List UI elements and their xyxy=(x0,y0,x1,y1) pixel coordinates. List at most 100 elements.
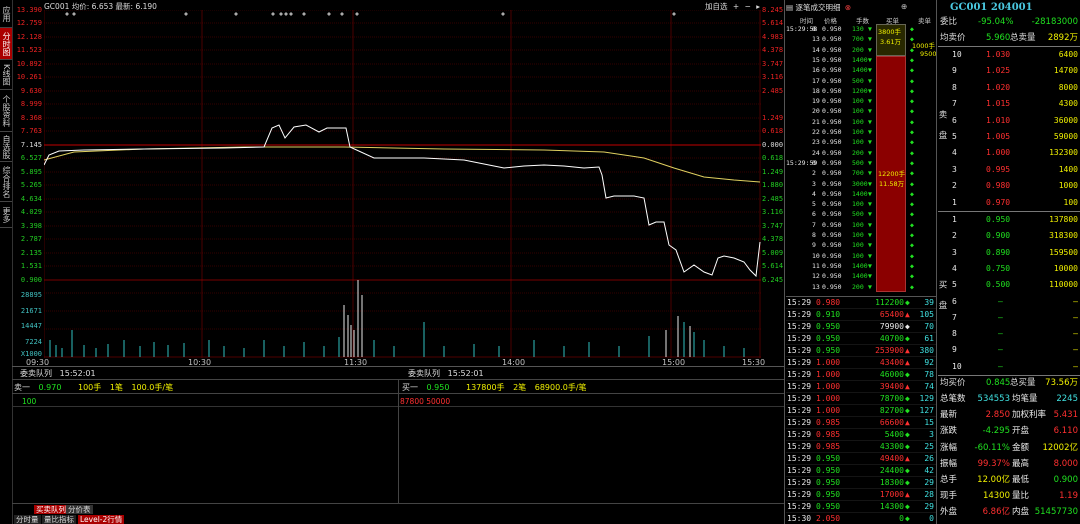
tick-volume: 130 xyxy=(852,25,864,33)
level-volume: 100 xyxy=(1063,197,1078,207)
stat-label: 现手 xyxy=(940,491,958,502)
tick-volume: 500 xyxy=(852,76,864,85)
tick-seq: 16 xyxy=(812,66,820,75)
tick-arrow-icon: ▼ xyxy=(868,128,872,136)
level-index: 3 xyxy=(952,247,957,257)
menu-icon[interactable]: ⊕ xyxy=(901,2,907,11)
tick-price: 0.950 xyxy=(822,45,842,54)
tick-row: 13 0.950 700 ▼ ◆ xyxy=(786,35,914,44)
trade-price: 1.000 xyxy=(816,406,841,415)
trade-arrow-icon: ▲ xyxy=(905,418,910,427)
trade-arrow-icon: ◆ xyxy=(905,298,910,307)
tick-volume: 100 xyxy=(852,97,864,106)
tick-dot-icon: ◆ xyxy=(910,241,914,250)
tick-arrow-icon: ▼ xyxy=(868,148,872,157)
tick-price: 0.950 xyxy=(822,107,842,116)
trade-arrow-icon: ▲ xyxy=(905,490,910,499)
trade-row: 15:29 0.950 14300 ◆ 29 xyxy=(786,501,936,513)
tick-arrow-icon: ▼ xyxy=(868,272,872,281)
tab-volume[interactable]: 分时量 xyxy=(14,515,41,524)
level-price: 1.020 xyxy=(986,82,1011,92)
trade-volume: 46000 xyxy=(879,370,904,379)
stat-value: 5.431 xyxy=(1053,410,1078,421)
tab-volume-ratio[interactable]: 量比指标 xyxy=(42,515,76,524)
intraday-chart xyxy=(44,10,761,358)
tick-row: 21 0.950 100 ▼ ◆ xyxy=(786,118,914,127)
trade-arrow-icon: ◆ xyxy=(905,322,910,331)
level-index: 6 xyxy=(952,296,957,306)
stats-row: 外盘 6.86亿 内盘 51457730 xyxy=(938,505,1080,520)
tick-seq: 17 xyxy=(812,76,820,85)
sell-level-row: 10 1.030 6400 xyxy=(938,47,1080,63)
tick-volume: 700 xyxy=(852,35,864,44)
tick-arrow-icon: ▼ xyxy=(868,282,872,291)
tick-dot-icon: ◆ xyxy=(910,128,914,136)
tick-seq: 7 xyxy=(812,220,816,229)
trade-row: 15:29 0.950 17000 ▲ 28 xyxy=(786,489,936,501)
level-index: 9 xyxy=(952,345,957,355)
tick-row: 19 0.950 100 ▼ ◆ xyxy=(786,97,914,106)
trade-row: 15:29 0.950 79900 ◆ 70 xyxy=(786,321,936,333)
trade-volume: 78700 xyxy=(879,394,904,403)
tick-volume: 100 xyxy=(852,220,864,229)
tick-price: 0.950 xyxy=(822,231,842,239)
tick-seq: 11 xyxy=(812,261,820,270)
trade-arrow-icon: ◆ xyxy=(905,442,910,451)
tick-volume: 100 xyxy=(852,251,864,260)
sell-level-row: 4 1.000 132300 xyxy=(938,145,1080,161)
sell-level-row: 5 1.005 59000 xyxy=(938,129,1080,145)
close-icon[interactable]: ⊗ xyxy=(845,3,851,12)
level-price: – xyxy=(998,361,1003,371)
tick-arrow-icon: ▼ xyxy=(868,97,872,106)
level-volume: – xyxy=(1073,329,1078,339)
tick-seq: 9 xyxy=(812,241,816,250)
tick-seq: 23 xyxy=(812,138,820,147)
tab-price-distribution[interactable]: 分价表 xyxy=(66,505,93,514)
trade-volume: 5400 xyxy=(884,430,904,439)
trade-time: 15:29 xyxy=(787,430,812,439)
tick-row: 15 0.950 1400 ▼ ◆ xyxy=(786,56,914,65)
tab-order-queue[interactable]: 买卖队列 xyxy=(34,505,68,514)
stat-label: 量比 xyxy=(1012,491,1030,502)
tick-arrow-icon: ▼ xyxy=(868,220,872,229)
tick-arrow-icon: ▼ xyxy=(868,251,872,260)
tick-row: 17 0.950 500 ▼ ◆ xyxy=(786,76,914,86)
tick-row: 14 0.950 200 ▼ ◆ xyxy=(786,45,914,55)
tick-seq: 12 xyxy=(812,272,820,281)
trade-arrow-icon: ◆ xyxy=(905,406,910,415)
trade-volume: 82700 xyxy=(879,406,904,415)
tick-columns: 时间 价格 手数 买单 卖单 xyxy=(800,17,931,25)
stat-value: 6.110 xyxy=(1053,426,1078,437)
trade-row: 15:30 2.050 0 ◆ 0 xyxy=(786,513,936,524)
tick-volume: 100 xyxy=(852,231,864,239)
tab-level2[interactable]: Level-2行情 xyxy=(78,515,125,524)
trade-time: 15:29 xyxy=(787,454,812,463)
trade-time: 15:29 xyxy=(787,334,812,343)
trade-arrow-icon: ▲ xyxy=(905,382,910,391)
tick-seq: 10 xyxy=(812,251,820,260)
tick-price: 0.950 xyxy=(822,158,842,167)
trade-volume: 49400 xyxy=(879,454,904,463)
tick-dot-icon: ◆ xyxy=(910,45,914,54)
stats-row: 最新 2.850 加权利率 5.431 xyxy=(938,408,1080,423)
trade-time: 15:30 xyxy=(787,514,812,523)
tab-stock-info[interactable]: 个股资料 xyxy=(0,90,12,132)
level-volume: 318300 xyxy=(1049,231,1078,241)
trade-count: 61 xyxy=(924,334,934,343)
tick-seq: 22 xyxy=(812,128,820,136)
stat-value: 2245 xyxy=(1056,394,1078,404)
sell-level-row: 3 0.995 1400 xyxy=(938,162,1080,178)
tick-dot-icon: ◆ xyxy=(910,97,914,106)
stat-value: 12002亿 xyxy=(1042,442,1078,453)
buy-queue-detail: 87800 50000 xyxy=(400,397,451,406)
trade-row: 15:29 1.000 46000 ◆ 78 xyxy=(786,369,936,381)
stat-label: 内盘 xyxy=(1012,507,1030,518)
level-price: 0.750 xyxy=(986,263,1011,273)
tick-row: 2 0.950 700 ▼ ◆ xyxy=(786,169,914,178)
tick-dot-icon: ◆ xyxy=(910,272,914,281)
trade-row: 15:29 0.950 253900 ▲ 380 xyxy=(786,345,936,357)
tick-volume: 100 xyxy=(852,241,864,250)
tick-arrow-icon: ▼ xyxy=(868,261,872,270)
trade-count: 70 xyxy=(924,322,934,331)
trade-price: 0.950 xyxy=(816,490,841,499)
